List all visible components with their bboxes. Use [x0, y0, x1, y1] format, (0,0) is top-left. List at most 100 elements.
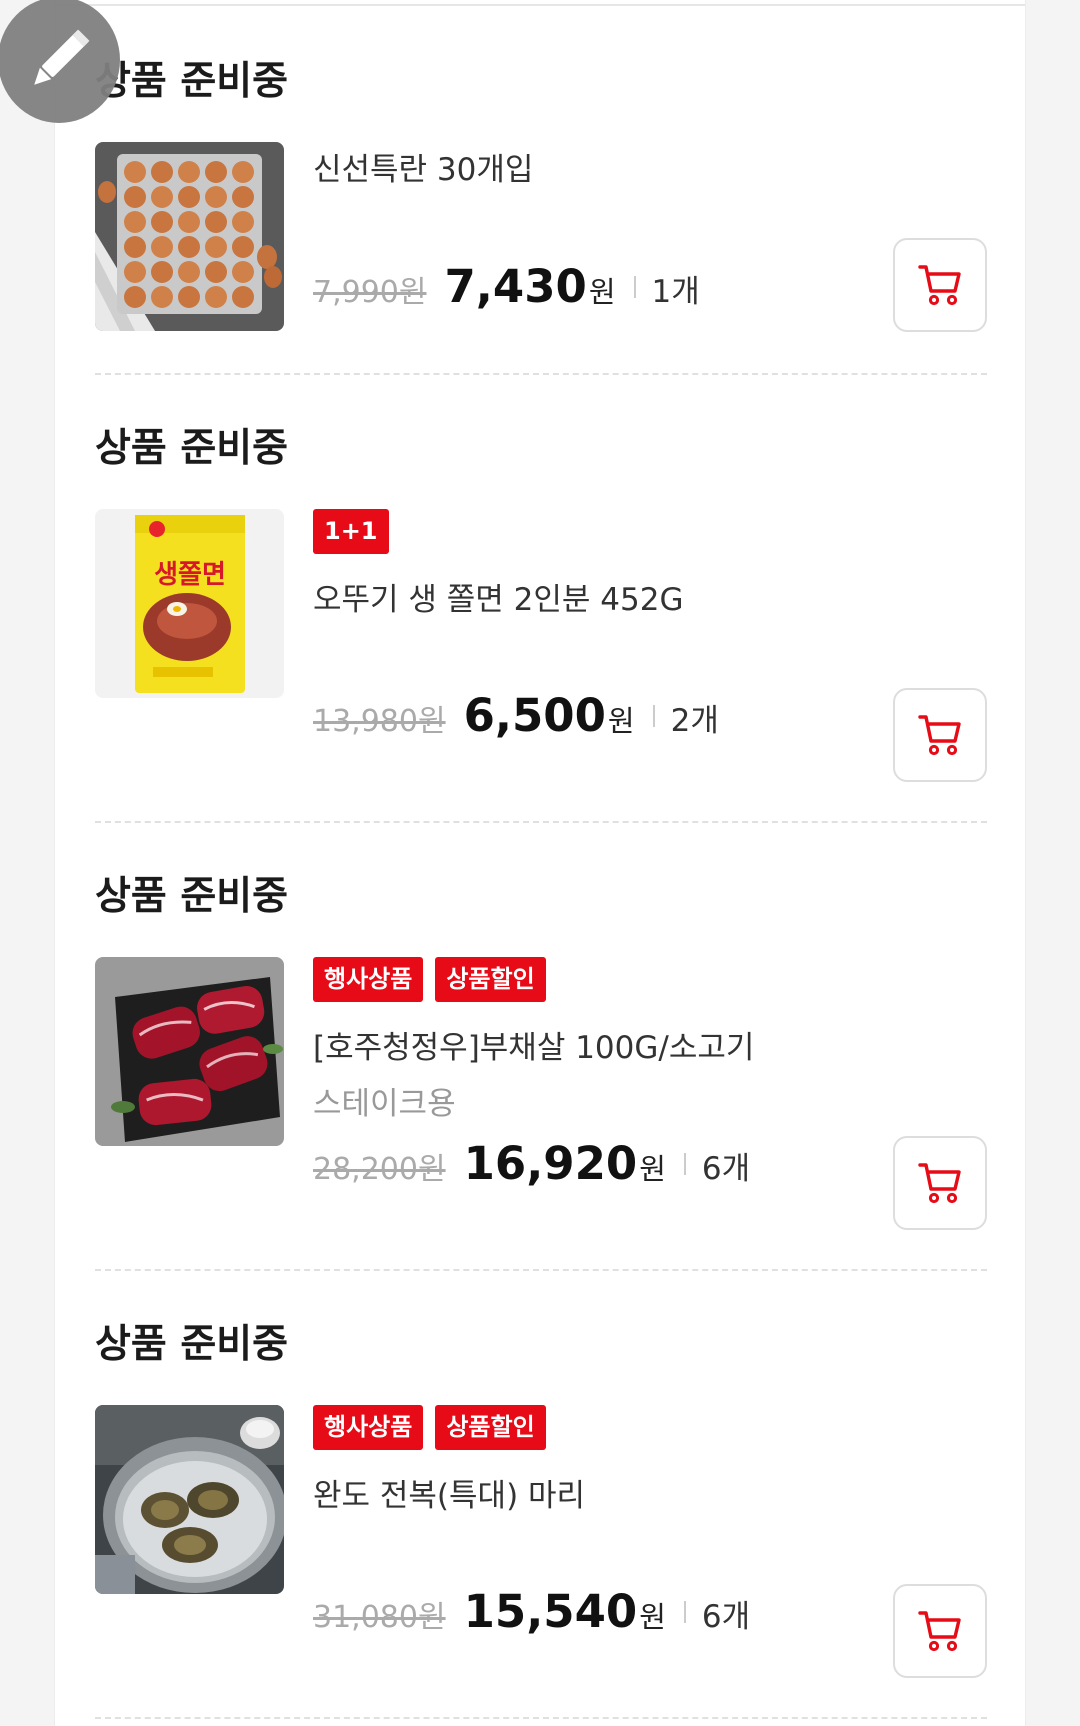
currency-unit: 원: [607, 704, 635, 738]
add-to-cart-button[interactable]: [893, 688, 987, 782]
egg-shape: [178, 161, 200, 183]
package-text: 생쫄면: [154, 560, 226, 590]
original-price: 28,200원: [313, 1152, 446, 1187]
badge-group: 행사상품 상품할인: [313, 1405, 546, 1450]
egg-shape: [124, 286, 146, 308]
egg-shape: [178, 236, 200, 258]
sale-price: 7,430: [444, 260, 587, 313]
event-product-badge: 행사상품: [313, 957, 424, 1002]
price-row: 13,980원 6,500 원 2개: [313, 689, 719, 742]
quantity: 6개: [701, 1599, 751, 1635]
egg-shape: [232, 161, 254, 183]
sale-price: 6,500: [463, 689, 606, 742]
currency-unit: 원: [639, 1600, 666, 1634]
noodle-package-image: 생쫄면: [95, 509, 284, 698]
egg-shape: [232, 236, 254, 258]
separator: [633, 275, 636, 298]
add-to-cart-button[interactable]: [893, 1584, 987, 1678]
pencil-icon: [34, 29, 90, 85]
item-status-title: 상품 준비중: [95, 59, 288, 104]
egg-shape: [232, 211, 254, 233]
egg-shape: [151, 261, 173, 283]
cart-icon: [918, 265, 961, 306]
sale-price: 15,540: [463, 1585, 638, 1638]
product-name-line: 완도 전복(특대) 마리: [313, 1478, 586, 1514]
product-discount-badge: 상품할인: [435, 1405, 546, 1450]
abalone-bowl-image: [95, 1405, 284, 1594]
egg-shape: [205, 211, 227, 233]
product-name-line: 스테이크용: [313, 1086, 456, 1122]
product-name-line: 신선특란 30개입: [313, 152, 534, 188]
quantity: 2개: [670, 703, 719, 739]
item-divider: [95, 373, 987, 375]
egg-shape: [178, 186, 200, 208]
eggs-tray-image: [95, 142, 284, 331]
egg-shape: [232, 261, 254, 283]
quantity: 1개: [651, 274, 700, 310]
original-price: 13,980원: [313, 704, 446, 739]
egg-shape: [124, 261, 146, 283]
sale-price: 16,920: [463, 1137, 638, 1190]
egg-shape: [178, 261, 200, 283]
currency-unit: 원: [588, 275, 616, 309]
egg-shape: [124, 236, 146, 258]
product-image-eggs[interactable]: [95, 142, 284, 331]
egg-shape: [205, 261, 227, 283]
cart-icon: [918, 1611, 961, 1652]
egg-shape: [124, 161, 146, 183]
quantity: 6개: [701, 1151, 751, 1187]
egg-shape: [205, 161, 227, 183]
egg-shape: [178, 286, 200, 308]
product-name[interactable]: [호주청정우]부채살 100G/소고기 스테이크용: [313, 1020, 754, 1132]
promo-badge: 1+1: [313, 509, 389, 554]
egg-shape: [151, 186, 173, 208]
item-divider: [95, 1717, 987, 1719]
price-row: 28,200원 16,920 원 6개: [313, 1137, 750, 1190]
cart-icon: [918, 1163, 961, 1204]
egg-shape: [232, 186, 254, 208]
currency-unit: 원: [639, 1152, 666, 1186]
egg-shape: [205, 236, 227, 258]
cart-icon: [918, 715, 961, 756]
egg-shape: [124, 186, 146, 208]
add-to-cart-button[interactable]: [893, 238, 987, 332]
egg-shape: [151, 236, 173, 258]
item-status-title: 상품 준비중: [95, 874, 288, 919]
badge-group: 1+1: [313, 509, 389, 554]
price-row: 7,990원 7,430 원 1개: [313, 260, 700, 313]
add-to-cart-button[interactable]: [893, 1136, 987, 1230]
badge-group: 행사상품 상품할인: [313, 957, 546, 1002]
product-name[interactable]: 오뚜기 생 쫄면 2인분 452G: [313, 572, 684, 628]
egg-shape: [151, 161, 173, 183]
product-image-noodle[interactable]: 생쫄면: [95, 509, 284, 698]
product-name[interactable]: 완도 전복(특대) 마리: [313, 1468, 585, 1524]
product-image-abalone[interactable]: [95, 1405, 284, 1594]
order-list-page: 상품 준비중 신선특란 30개입 7,990원 7,430 원 1개 상품 준비…: [54, 0, 1026, 1726]
top-border: [55, 4, 1025, 6]
product-name-line: [호주청정우]부채살 100G/소고기: [313, 1030, 755, 1066]
egg-shape: [205, 286, 227, 308]
edit-fab-button[interactable]: [0, 0, 120, 123]
product-discount-badge: 상품할인: [435, 957, 546, 1002]
egg-shape: [124, 211, 146, 233]
original-price: 7,990원: [313, 275, 427, 310]
separator: [683, 1152, 686, 1175]
beef-steak-image: [95, 957, 284, 1146]
item-status-title: 상품 준비중: [95, 426, 288, 471]
separator: [683, 1600, 686, 1623]
original-price: 31,080원: [313, 1600, 446, 1635]
egg-shape: [178, 211, 200, 233]
product-name[interactable]: 신선특란 30개입: [313, 142, 533, 198]
product-image-beef[interactable]: [95, 957, 284, 1146]
item-status-title: 상품 준비중: [95, 1322, 288, 1367]
item-divider: [95, 1269, 987, 1271]
egg-shape: [151, 286, 173, 308]
item-divider: [95, 821, 987, 823]
egg-shape: [205, 186, 227, 208]
product-name-line: 오뚜기 생 쫄면 2인분 452G: [313, 582, 684, 618]
price-row: 31,080원 15,540 원 6개: [313, 1585, 750, 1638]
separator: [652, 704, 655, 727]
event-product-badge: 행사상품: [313, 1405, 424, 1450]
egg-shape: [232, 286, 254, 308]
egg-shape: [151, 211, 173, 233]
